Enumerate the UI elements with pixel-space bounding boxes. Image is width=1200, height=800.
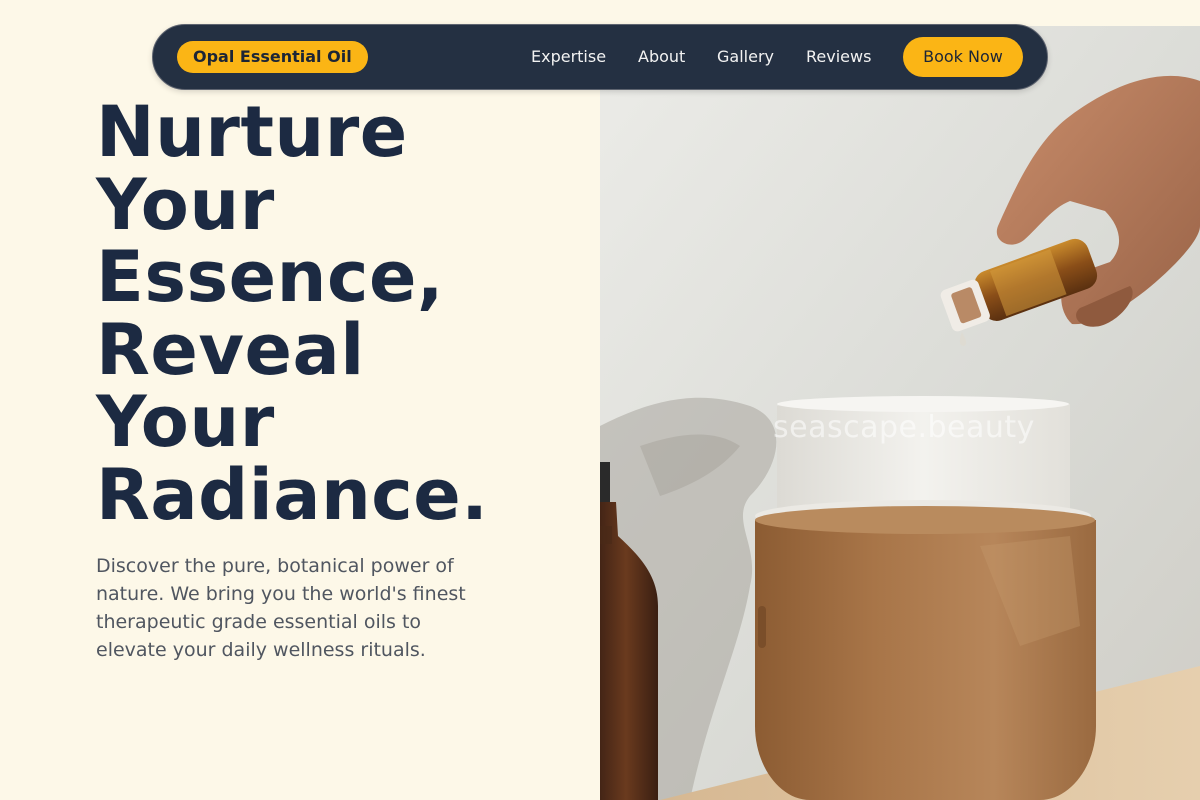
hero-title-line: Essence,	[96, 236, 445, 318]
nav-link-about[interactable]: About	[638, 46, 685, 68]
hero-image: seascape.beauty	[600, 26, 1200, 800]
hero-title-line: Nurture	[96, 91, 408, 173]
nav-link-reviews[interactable]: Reviews	[806, 46, 871, 68]
image-watermark: seascape.beauty	[773, 410, 1035, 445]
hero-title: Nurture Your Essence, Reveal Your Radian…	[96, 96, 596, 531]
nav-link-expertise[interactable]: Expertise	[531, 46, 606, 68]
nav-link-gallery[interactable]: Gallery	[717, 46, 774, 68]
book-now-button[interactable]: Book Now	[903, 37, 1023, 77]
hero-description: Discover the pure, botanical power of na…	[96, 555, 466, 661]
hero-title-line: Your	[96, 163, 275, 246]
brand-logo[interactable]: Opal Essential Oil	[177, 41, 368, 73]
navbar: Opal Essential Oil Expertise About Galle…	[152, 24, 1048, 90]
hero-title-line: Radiance.	[96, 453, 489, 536]
page: seascape.beauty Opal Essential Oil Exper…	[0, 0, 1200, 800]
hero-title-line: Your	[96, 381, 275, 463]
hero-title-line: Reveal	[96, 308, 365, 391]
